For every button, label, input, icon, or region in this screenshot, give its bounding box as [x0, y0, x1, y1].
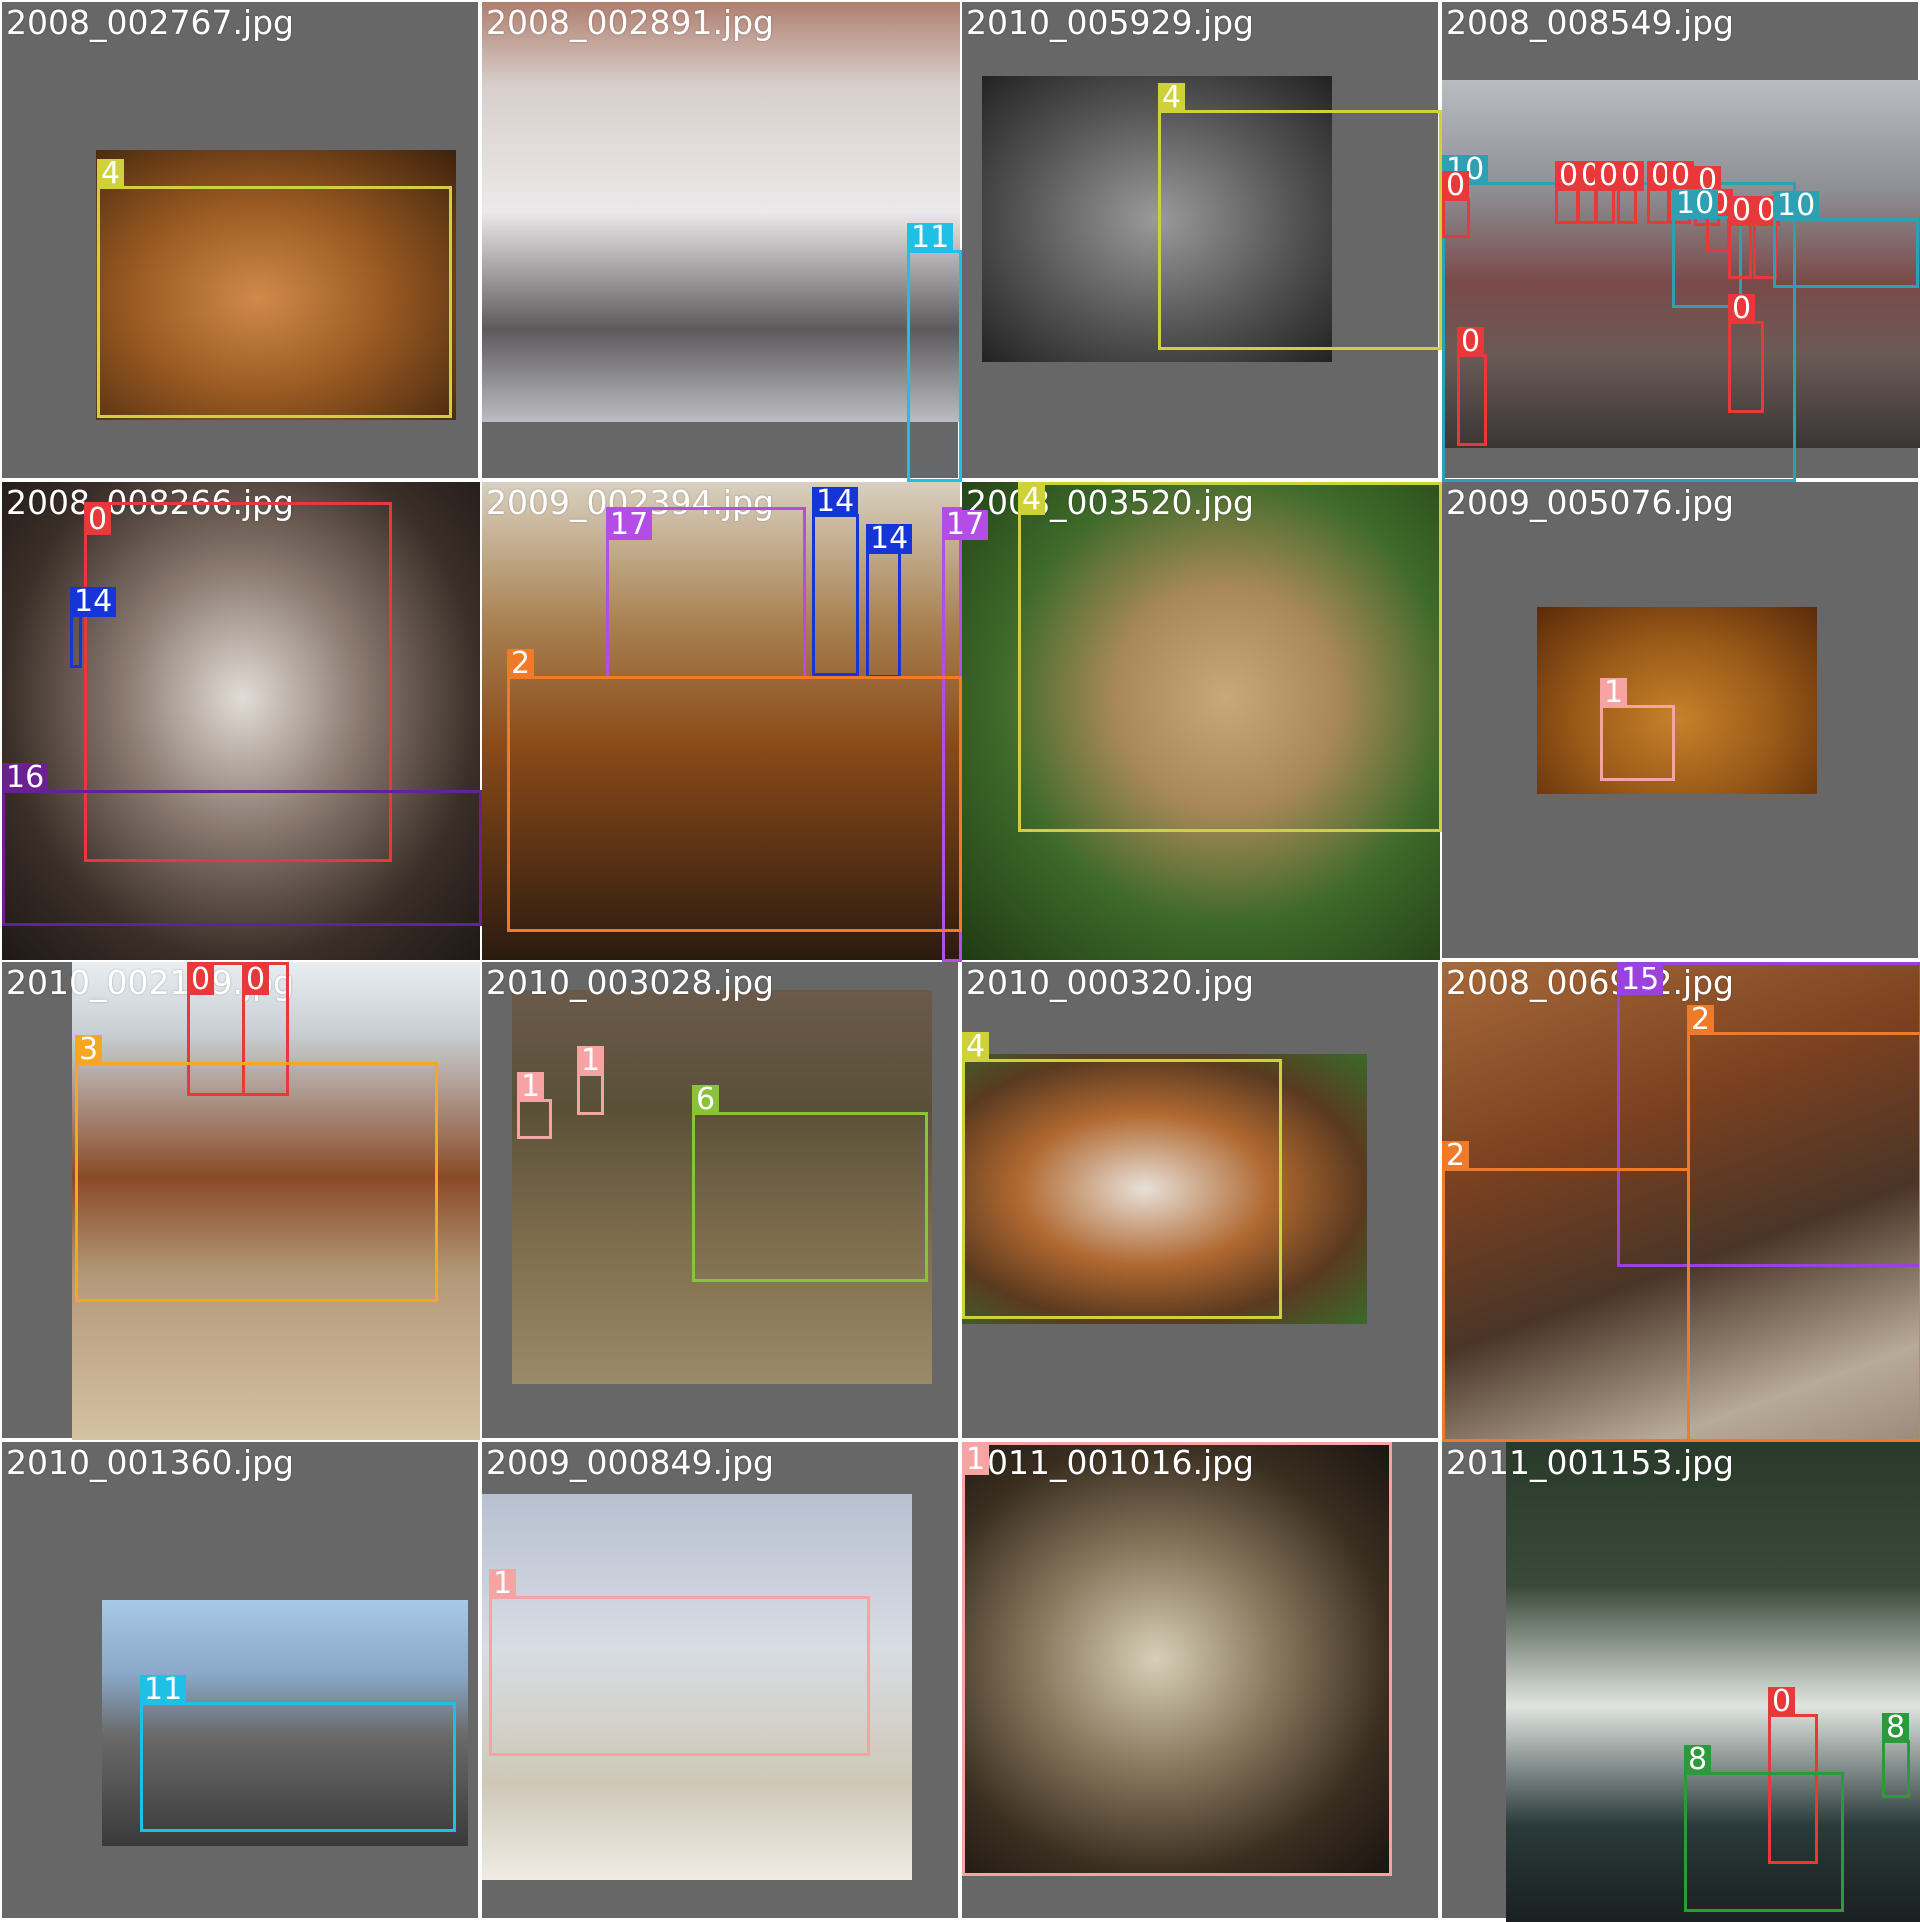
- bounding-box: 1: [962, 1442, 1392, 1876]
- bounding-box: 10: [1773, 191, 1919, 288]
- filename-label: 2008_008549.jpg: [1446, 3, 1735, 42]
- class-label: 2: [1442, 1141, 1470, 1171]
- class-label: 14: [70, 587, 117, 617]
- class-label: 2: [507, 649, 535, 679]
- class-label: 0: [1457, 327, 1485, 357]
- bounding-box: 0: [1617, 161, 1645, 224]
- bounding-box: 14: [866, 524, 913, 678]
- mosaic-tile-puppy: 2008_003520.jpg 4: [960, 480, 1442, 962]
- class-label: 17: [606, 510, 653, 540]
- class-label: 8: [1882, 1713, 1910, 1743]
- class-label: 8: [1684, 1745, 1712, 1775]
- bounding-box: 2: [1687, 1005, 1920, 1442]
- photo-truck: [482, 2, 962, 422]
- mosaic-tile-kookaburra: 2011_001016.jpg 1: [960, 1440, 1440, 1920]
- bounding-box: 2: [507, 649, 962, 932]
- class-label: 6: [692, 1085, 720, 1115]
- bounding-box: 17: [606, 507, 806, 679]
- bounding-box: 14: [812, 487, 859, 676]
- class-label: 1: [962, 1445, 990, 1475]
- filename-label: 2009_005076.jpg: [1446, 483, 1735, 522]
- mosaic-tile-swift: 2009_000849.jpg 1: [480, 1440, 960, 1920]
- class-label: 0: [84, 505, 112, 535]
- class-label: 10: [1672, 189, 1719, 219]
- bounding-box: 1: [489, 1569, 870, 1756]
- bounding-box: 0: [1442, 171, 1470, 238]
- class-label: 0: [1728, 196, 1756, 226]
- mosaic-tile-chihuahua: 2010_005929.jpg 4: [960, 0, 1442, 480]
- class-label: 0: [1442, 171, 1470, 201]
- class-label: 0: [1728, 294, 1756, 324]
- class-label: 14: [866, 524, 913, 554]
- bounding-box: 0: [1577, 161, 1605, 224]
- class-label: 4: [962, 1032, 990, 1062]
- mosaic-tile-woman: 2008_008266.jpg 0 14 16: [0, 480, 482, 962]
- bounding-box: 6: [692, 1085, 928, 1282]
- filename-label: 2008_002891.jpg: [486, 3, 775, 42]
- bounding-box: 1: [577, 1046, 605, 1115]
- filename-label: 2010_001360.jpg: [6, 1443, 295, 1482]
- bounding-box: 1: [517, 1072, 552, 1139]
- class-label: 4: [1018, 485, 1046, 515]
- mosaic-tile-goat: 2010_003028.jpg 1 1 6: [480, 960, 960, 1440]
- class-label: 0: [242, 965, 270, 995]
- bounding-box: 0: [1595, 161, 1623, 224]
- class-label: 0: [1768, 1687, 1796, 1717]
- mosaic-tile-car: 2010_001360.jpg 11: [0, 1440, 480, 1920]
- filename-label: 2010_000320.jpg: [966, 963, 1255, 1002]
- filename-label: 2010_005929.jpg: [966, 3, 1255, 42]
- bounding-box: 3: [75, 1035, 438, 1302]
- class-label: 1: [1600, 678, 1628, 708]
- class-label: 2: [1687, 1005, 1715, 1035]
- bounding-box: 11: [140, 1675, 456, 1832]
- class-label: 17: [942, 510, 989, 540]
- class-label: 11: [140, 1675, 187, 1705]
- class-label: 4: [1158, 83, 1186, 113]
- filename-label: 2008_002767.jpg: [6, 3, 295, 42]
- class-label: 10: [1773, 191, 1820, 221]
- bounding-box: 4: [1158, 83, 1442, 350]
- bounding-box: 0: [1728, 196, 1756, 279]
- mosaic-tile-plaza: 2011_001153.jpg 0 8 8: [1440, 1440, 1920, 1922]
- class-label: 0: [187, 965, 215, 995]
- class-label: 4: [97, 159, 125, 189]
- filename-label: 2009_000849.jpg: [486, 1443, 775, 1482]
- bounding-box: 0: [1728, 294, 1764, 413]
- class-label: 3: [75, 1035, 103, 1065]
- class-label: 11: [907, 223, 954, 253]
- bounding-box: 4: [1018, 482, 1442, 832]
- bounding-box: 8: [1882, 1713, 1910, 1798]
- class-label: 15: [1617, 965, 1664, 995]
- class-label: 1: [517, 1072, 545, 1102]
- mosaic-tile-bulldog: 2010_000320.jpg 4: [960, 960, 1440, 1440]
- mosaic-tile-cat: 2009_002394.jpg 17 14 17 14 2: [480, 480, 989, 962]
- bounding-box: 0: [1457, 327, 1487, 446]
- class-label: 16: [2, 763, 49, 793]
- photo-bird: [1537, 607, 1817, 794]
- bounding-box: 8: [1684, 1745, 1844, 1912]
- class-label: 1: [489, 1569, 517, 1599]
- mosaic-tile-cats: 2008_006962.jpg 15 2 2: [1440, 960, 1920, 1442]
- mosaic-tile-bird: 2009_005076.jpg 1: [1440, 480, 1920, 960]
- filename-label: 2010_003028.jpg: [486, 963, 775, 1002]
- bounding-box: 11: [907, 223, 962, 482]
- mosaic-tile-cow: 2010_002139.jpg 0 0 3: [0, 960, 482, 1442]
- image-mosaic-grid: 2008_002767.jpg 4 2008_002891.jpg 11 2010_00…: [0, 0, 1920, 1922]
- bounding-box: 4: [97, 159, 452, 418]
- bounding-box: 0: [1555, 161, 1583, 224]
- bounding-box: 1: [1600, 678, 1675, 781]
- class-label: 14: [812, 487, 859, 517]
- mosaic-tile-street: 2008_008549.jpg 10 0 0 0 0 0 0 0 0 0 10 0 0 10 0 0: [1440, 0, 1920, 482]
- bounding-box: 16: [2, 763, 482, 926]
- bounding-box: 2: [1442, 1141, 1690, 1442]
- mosaic-tile-dog: 2008_002767.jpg 4: [0, 0, 480, 480]
- class-label: 0: [1617, 161, 1645, 191]
- filename-label: 2011_001153.jpg: [1446, 1443, 1735, 1482]
- class-label: 1: [577, 1046, 605, 1076]
- mosaic-tile-truck: 2008_002891.jpg 11: [480, 0, 962, 482]
- bounding-box: 14: [70, 587, 117, 668]
- bounding-box: 4: [962, 1032, 1282, 1319]
